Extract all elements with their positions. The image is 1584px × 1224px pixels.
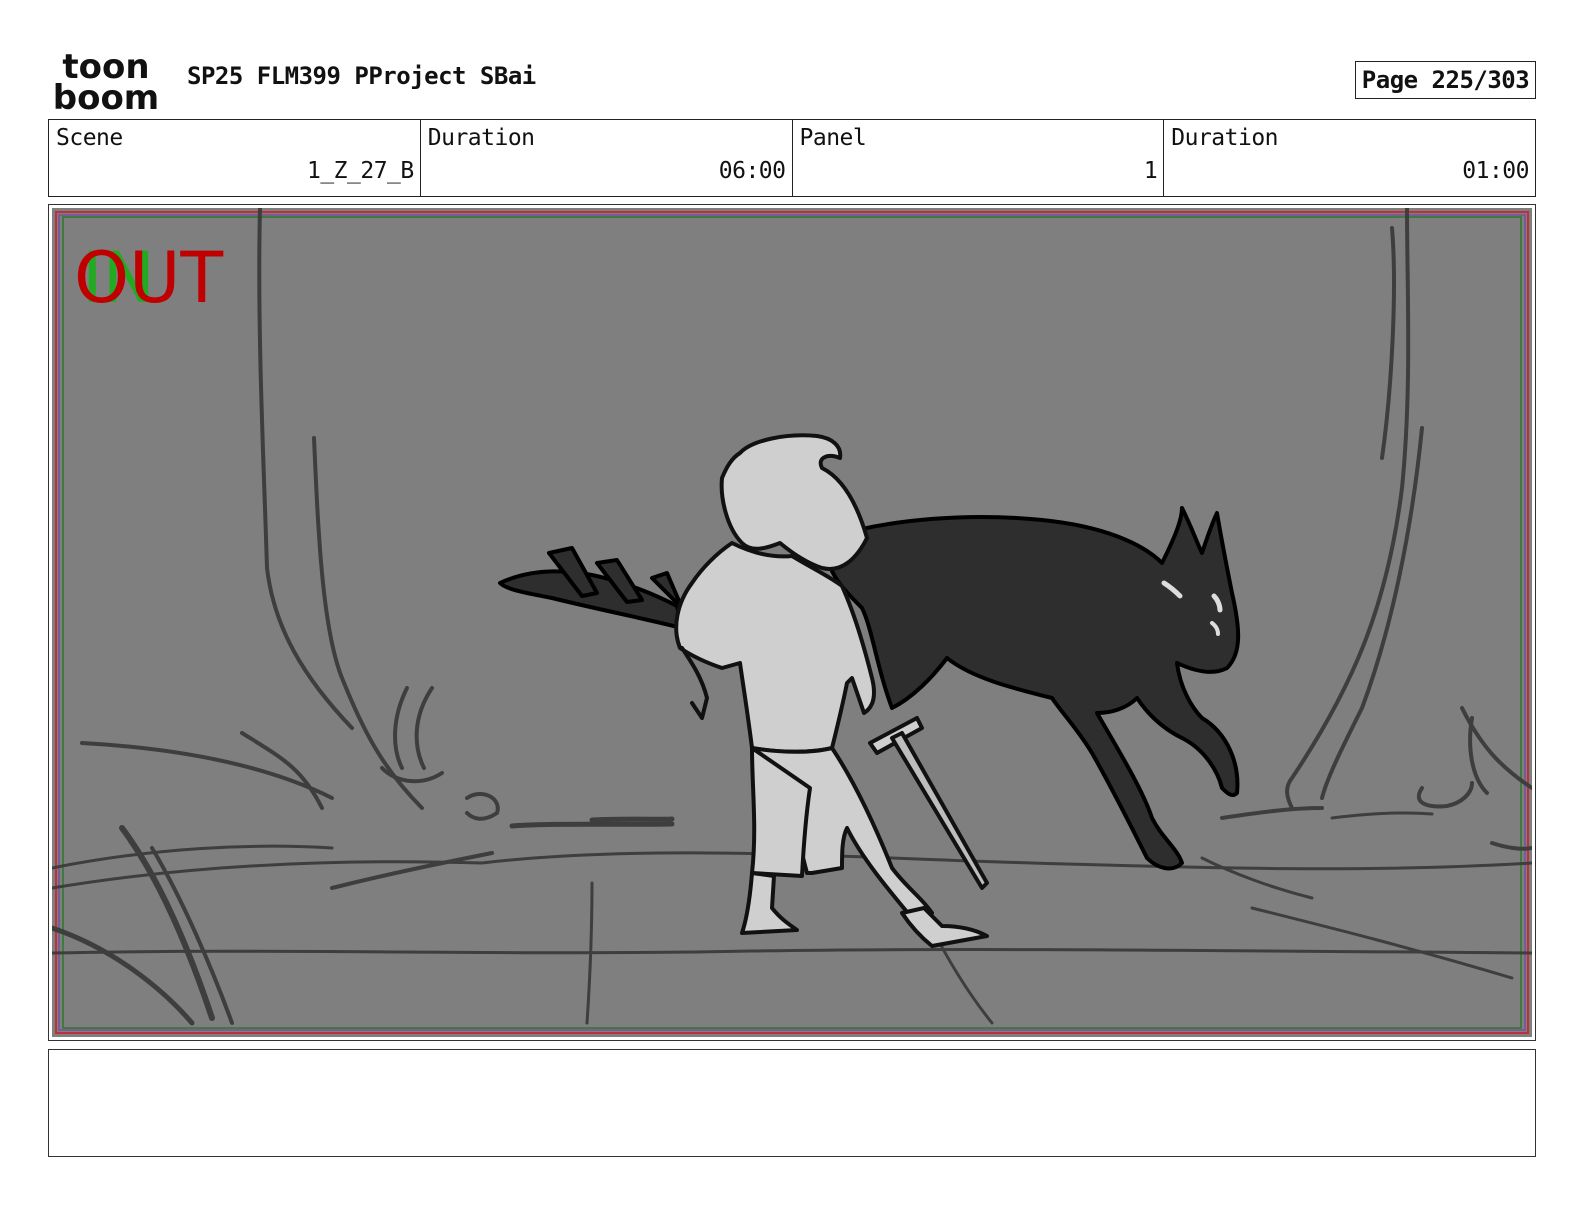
panel-cell: Panel 1 <box>793 120 1165 196</box>
panel-value: 1 <box>1143 158 1158 184</box>
storyboard-panel-drawing: IN OUT <box>52 208 1532 1037</box>
project-title: SP25 FLM399 PProject SBai <box>187 62 536 90</box>
overlay-out-text: OUT <box>74 237 223 319</box>
panel-info-row: Scene 1_Z_27_B Duration 06:00 Panel 1 Du… <box>48 119 1536 197</box>
scene-label: Scene <box>56 125 123 151</box>
scene-value: 1_Z_27_B <box>306 158 414 184</box>
scene-cell: Scene 1_Z_27_B <box>49 120 421 196</box>
logo-text-bottom: boom <box>53 78 159 112</box>
scene-duration-label: Duration <box>427 125 535 151</box>
panel-duration-cell: Duration 01:00 <box>1164 120 1535 196</box>
panel-label: Panel <box>799 125 867 151</box>
panel-duration-value: 01:00 <box>1462 158 1529 184</box>
toon-boom-logo: toon boom <box>53 50 159 112</box>
page-number: Page 225/303 <box>1355 61 1536 99</box>
scene-duration-value: 06:00 <box>718 158 786 184</box>
panel-notes-box <box>48 1049 1536 1157</box>
panel-duration-label: Duration <box>1171 125 1279 151</box>
scene-duration-cell: Duration 06:00 <box>421 120 793 196</box>
